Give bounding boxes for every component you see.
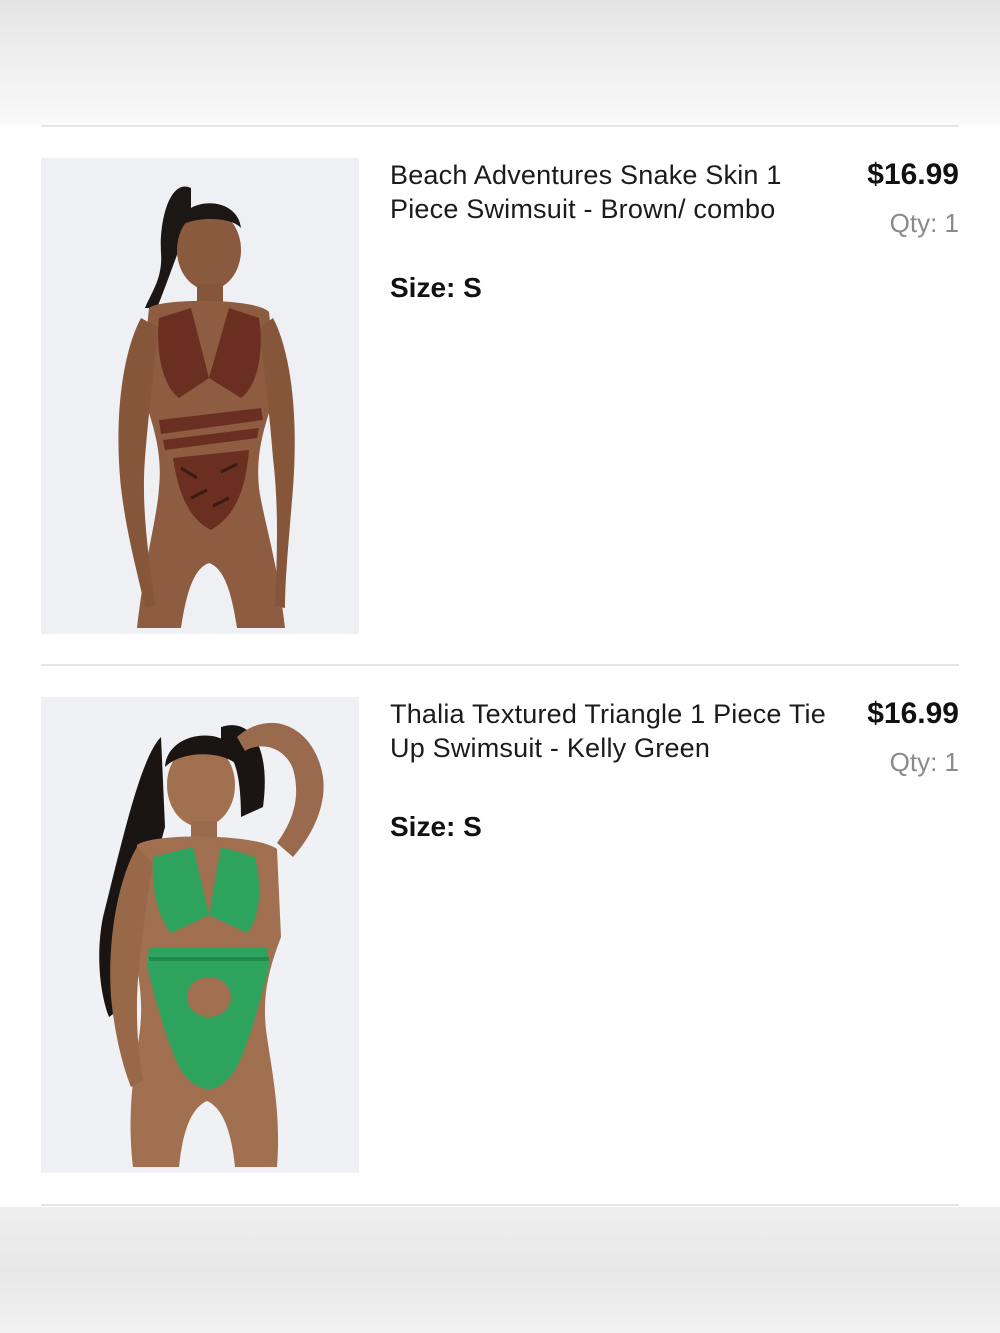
product-price: $16.99 [867,697,959,730]
product-image[interactable] [41,697,359,1173]
cart-page: Beach Adventures Snake Skin 1 Piece Swim… [0,0,1000,1333]
cart-item[interactable]: Thalia Textured Triangle 1 Piece Tie Up … [41,697,959,1173]
product-qty[interactable]: Qty: 1 [819,206,959,240]
divider [41,664,959,666]
product-size: Size: S [390,811,482,842]
product-qty[interactable]: Qty: 1 [819,745,959,779]
divider [41,125,959,127]
product-price: $16.99 [867,158,959,191]
blurred-top-area [0,0,1000,125]
product-name[interactable]: Beach Adventures Snake Skin 1 Piece Swim… [390,158,830,226]
divider [41,1204,959,1206]
product-name[interactable]: Thalia Textured Triangle 1 Piece Tie Up … [390,697,830,765]
product-image[interactable] [41,158,359,634]
blurred-bottom-area [0,1207,1000,1333]
model-green-swimsuit-image [41,697,359,1173]
model-brown-swimsuit-image [41,158,359,634]
cart-item[interactable]: Beach Adventures Snake Skin 1 Piece Swim… [41,158,959,634]
product-size: Size: S [390,272,482,303]
